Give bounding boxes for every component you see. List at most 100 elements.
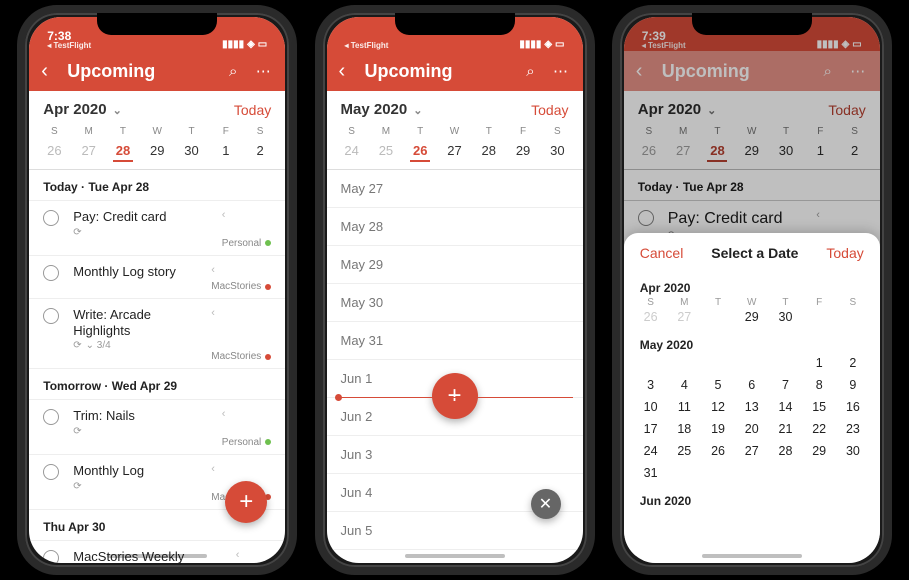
picker-date-cell[interactable]: 10 [634,400,668,414]
status-testflight[interactable]: TestFlight [345,42,389,50]
picker-date-cell[interactable]: 28 [701,310,735,324]
picker-date-cell[interactable]: 26 [634,310,668,324]
search-icon[interactable]: ⌕ [521,63,541,80]
task-caret-icon[interactable]: ‹ [211,463,271,475]
date-cell[interactable]: 29 [140,140,174,161]
date-cell[interactable]: 30 [540,140,574,161]
date-cell[interactable]: 29 [506,140,540,161]
date-strip[interactable]: 24252627282930 [327,137,583,170]
close-button[interactable]: ✕ [531,489,561,519]
picker-date-cell[interactable]: 3 [634,378,668,392]
picker-date-cell[interactable]: 28 [769,444,803,458]
picker-date-cell[interactable]: 23 [836,422,870,436]
picker-date-cell[interactable]: 30 [769,310,803,324]
picker-date-cell[interactable]: 27 [667,310,701,324]
date-cell[interactable]: 28 [472,140,506,161]
day-row[interactable]: May 29 [327,246,583,284]
date-cell[interactable]: 26 [37,140,71,161]
date-cell[interactable]: 26 [403,140,437,161]
back-chevron-icon[interactable]: ‹ [339,61,355,81]
picker-date-cell[interactable]: 9 [836,378,870,392]
home-indicator [405,554,505,558]
day-row[interactable]: May 30 [327,284,583,322]
task-caret-icon[interactable]: ‹ [211,264,271,276]
picker-date-cell[interactable]: 31 [634,466,668,480]
task-checkbox[interactable] [43,464,59,480]
picker-date-cell[interactable]: 16 [836,400,870,414]
picker-date-cell[interactable]: 4 [667,378,701,392]
picker-date-cell[interactable]: 13 [735,400,769,414]
date-cell[interactable]: 27 [437,140,471,161]
mini-month-label: May 2020 [624,330,880,354]
date-cell[interactable]: 30 [174,140,208,161]
task-checkbox[interactable] [43,265,59,281]
task-caret-icon[interactable]: ‹ [236,549,272,561]
picker-date-cell[interactable]: 8 [802,378,836,392]
task-row[interactable]: Trim: Nails⟳‹Personal [29,400,285,455]
day-row[interactable]: May 27 [327,170,583,208]
picker-date-cell[interactable]: 20 [735,422,769,436]
cancel-button[interactable]: Cancel [640,245,684,261]
date-cell[interactable]: 1 [209,140,243,161]
date-cell[interactable]: 28 [106,140,140,161]
task-row[interactable]: Monthly Log story‹MacStories [29,256,285,300]
picker-date-cell[interactable]: 7 [769,378,803,392]
add-task-fab[interactable]: + [432,373,478,419]
picker-date-cell[interactable]: 15 [802,400,836,414]
tag-dot-icon [265,240,271,246]
picker-date-cell[interactable]: 27 [735,444,769,458]
today-button[interactable]: Today [826,245,863,261]
picker-date-cell[interactable]: 17 [634,422,668,436]
page-title: Upcoming [365,61,511,82]
date-picker-body[interactable]: Apr 2020SMTWTFS2627282930May 20201234567… [624,273,880,510]
month-selector[interactable]: May 2020⌄ Today [327,91,583,122]
picker-date-cell[interactable]: 14 [769,400,803,414]
date-cell[interactable]: 27 [72,140,106,161]
back-chevron-icon[interactable]: ‹ [41,61,57,81]
day-row[interactable]: May 31 [327,322,583,360]
date-strip[interactable]: 262728293012 [29,137,285,170]
more-icon[interactable]: ⋯ [551,62,571,80]
picker-date-cell[interactable]: 22 [802,422,836,436]
task-caret-icon[interactable]: ‹ [222,408,271,420]
status-icons: ▮▮▮▮ ◈ ▭ [519,39,564,50]
add-task-fab[interactable]: + [225,481,267,523]
picker-date-cell[interactable]: 21 [769,422,803,436]
month-selector[interactable]: Apr 2020⌄ Today [29,91,285,122]
task-caret-icon[interactable]: ‹ [222,209,271,221]
picker-date-cell[interactable]: 2 [836,356,870,370]
task-row[interactable]: MacStories Weekly⟳⌄ 0/2‹MacS [29,541,285,563]
picker-date-cell[interactable]: 5 [701,378,735,392]
picker-date-cell[interactable]: 25 [667,444,701,458]
more-icon[interactable]: ⋯ [253,62,273,80]
picker-date-cell[interactable]: 12 [701,400,735,414]
search-icon[interactable]: ⌕ [223,63,243,80]
picker-date-cell[interactable]: 1 [802,356,836,370]
day-row[interactable]: Jun 3 [327,436,583,474]
task-checkbox[interactable] [43,550,59,563]
task-checkbox[interactable] [43,409,59,425]
task-row[interactable]: Write: Arcade Highlights⟳⌄ 3/4‹MacStorie… [29,299,285,369]
task-title: Trim: Nails [73,408,214,424]
picker-date-cell[interactable]: 29 [735,310,769,324]
subtask-count: ⌄ 3/4 [86,340,111,351]
today-button[interactable]: Today [531,102,568,118]
picker-date-cell[interactable]: 19 [701,422,735,436]
task-row[interactable]: Pay: Credit card⟳‹Personal [29,201,285,256]
picker-date-cell[interactable]: 18 [667,422,701,436]
picker-date-cell[interactable]: 6 [735,378,769,392]
date-cell[interactable]: 24 [335,140,369,161]
today-button[interactable]: Today [234,102,271,118]
picker-date-cell[interactable]: 11 [667,400,701,414]
day-row[interactable]: May 28 [327,208,583,246]
picker-date-cell[interactable]: 30 [836,444,870,458]
date-cell[interactable]: 2 [243,140,277,161]
picker-date-cell[interactable]: 29 [802,444,836,458]
task-checkbox[interactable] [43,210,59,226]
status-testflight[interactable]: TestFlight [47,42,91,50]
date-cell[interactable]: 25 [369,140,403,161]
task-checkbox[interactable] [43,308,59,324]
picker-date-cell[interactable]: 24 [634,444,668,458]
task-caret-icon[interactable]: ‹ [211,307,271,319]
picker-date-cell[interactable]: 26 [701,444,735,458]
